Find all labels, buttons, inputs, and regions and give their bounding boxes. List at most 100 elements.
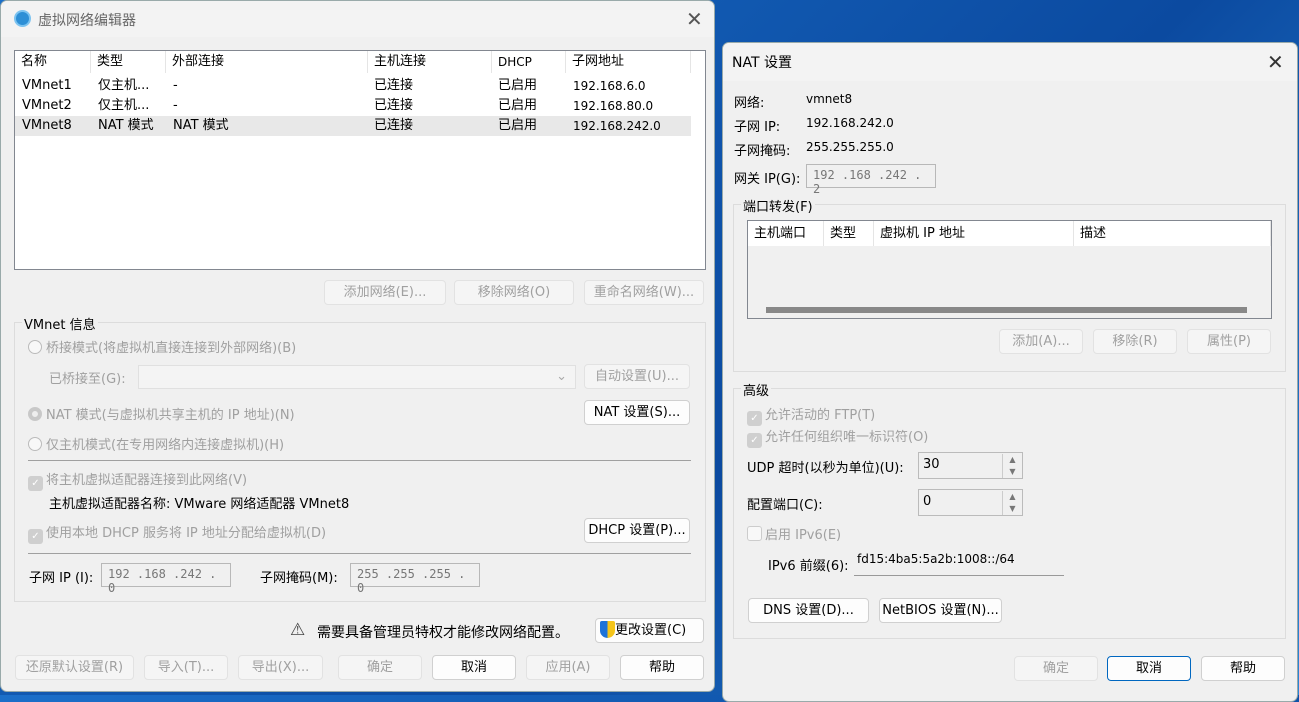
shield-icon	[600, 621, 615, 638]
rename-network-button[interactable]: 重命名网络(W)...	[584, 280, 704, 305]
table-row[interactable]: VMnet2 仅主机... - 已连接 已启用 192.168.80.0	[15, 96, 691, 116]
col-subnet[interactable]: 子网地址	[566, 51, 691, 73]
use-dhcp-checkbox[interactable]: ✓ 使用本地 DHCP 服务将 IP 地址分配给虚拟机(D)	[28, 522, 326, 544]
close-icon[interactable]: ✕	[686, 7, 703, 31]
add-network-button[interactable]: 添加网络(E)...	[324, 280, 446, 305]
config-port-spinner[interactable]: 0 ▲ ▼	[918, 489, 1023, 516]
import-button[interactable]: 导入(T)...	[144, 655, 228, 680]
check-icon: ✓	[747, 433, 762, 448]
remove-button[interactable]: 移除(R)	[1093, 329, 1177, 354]
dns-settings-button[interactable]: DNS 设置(D)...	[748, 598, 869, 623]
ok-button[interactable]: 确定	[338, 655, 422, 680]
check-icon: ✓	[28, 476, 43, 491]
help-button[interactable]: 帮助	[620, 655, 704, 680]
spin-up-icon[interactable]: ▲	[1002, 491, 1022, 503]
cell: 仅主机...	[98, 78, 150, 93]
remove-network-button[interactable]: 移除网络(O)	[454, 280, 574, 305]
cell: 已启用	[498, 98, 538, 113]
auto-settings-button[interactable]: 自动设置(U)...	[584, 364, 690, 389]
apply-button[interactable]: 应用(A)	[526, 655, 610, 680]
gateway-input[interactable]: 192 .168 .242 . 2	[806, 164, 936, 196]
nat-settings-button[interactable]: NAT 设置(S)...	[584, 400, 690, 425]
nat-settings-window: NAT 设置 ✕ 网络: vmnet8 子网 IP: 192.168.242.0…	[722, 42, 1298, 702]
close-icon[interactable]: ✕	[1267, 50, 1284, 74]
check-icon: ✓	[28, 529, 43, 544]
bridged-to-dropdown[interactable]: ⌄	[138, 365, 576, 389]
restore-defaults-button[interactable]: 还原默认设置(R)	[15, 655, 134, 680]
help-button[interactable]: 帮助	[1201, 656, 1285, 681]
cell: 已连接	[374, 98, 414, 113]
use-dhcp-label: 使用本地 DHCP 服务将 IP 地址分配给虚拟机(D)	[46, 526, 327, 541]
bridged-to-label: 已桥接至(G):	[49, 372, 126, 387]
window-title: NAT 设置	[732, 55, 792, 71]
nat-radio[interactable]: NAT 模式(与虚拟机共享主机的 IP 地址)(N)	[28, 404, 295, 423]
cell: 已连接	[374, 78, 414, 93]
table-row-selected[interactable]: VMnet8 NAT 模式 NAT 模式 已连接 已启用 192.168.242.0	[15, 116, 691, 136]
group-label: 端口转发(F)	[741, 196, 815, 215]
col-type[interactable]: 类型	[91, 51, 166, 73]
col-host[interactable]: 主机连接	[368, 51, 492, 73]
spin-up-icon[interactable]: ▲	[1002, 454, 1022, 466]
radio-icon	[28, 340, 42, 354]
spin-down-icon[interactable]: ▼	[1002, 466, 1022, 478]
udp-timeout-spinner[interactable]: 30 ▲ ▼	[918, 452, 1023, 479]
host-only-radio[interactable]: 仅主机模式(在专用网络内连接虚拟机)(H)	[28, 434, 284, 453]
netbios-settings-button[interactable]: NetBIOS 设置(N)...	[879, 598, 1002, 623]
export-button[interactable]: 导出(X)...	[238, 655, 323, 680]
cell: 已启用	[498, 78, 538, 93]
col-vm-ip[interactable]: 虚拟机 IP 地址	[874, 221, 1074, 246]
warning-icon: ⚠	[290, 620, 306, 640]
cell: 仅主机...	[98, 98, 150, 113]
enable-ipv6-label: 启用 IPv6(E)	[765, 528, 842, 543]
subnet-mask-input[interactable]: 255 .255 .255 . 0	[350, 563, 480, 595]
change-settings-button[interactable]: 更改设置(C)	[595, 618, 704, 643]
cancel-button[interactable]: 取消	[1107, 656, 1191, 681]
cell: VMnet2	[22, 98, 72, 113]
col-type[interactable]: 类型	[824, 221, 874, 246]
connect-adapter-checkbox[interactable]: ✓ 将主机虚拟适配器连接到此网络(V)	[28, 469, 247, 491]
udp-timeout-value: 30	[923, 457, 940, 472]
adapter-name: 主机虚拟适配器名称: VMware 网络适配器 VMnet8	[49, 497, 350, 512]
dhcp-settings-button[interactable]: DHCP 设置(P)...	[584, 518, 690, 543]
properties-button[interactable]: 属性(P)	[1187, 329, 1271, 354]
check-icon: ✓	[747, 411, 762, 426]
col-name[interactable]: 名称	[15, 51, 91, 73]
subnet-mask-label: 子网掩码:	[734, 144, 791, 159]
subnet-mask-value: 255.255.255.0	[806, 140, 894, 154]
col-external[interactable]: 外部连接	[166, 51, 368, 73]
ipv6-prefix-label: IPv6 前缀(6):	[768, 559, 849, 574]
checkbox-icon	[747, 526, 762, 541]
horizontal-scrollbar[interactable]	[766, 307, 1247, 313]
network-value: vmnet8	[806, 92, 853, 106]
ok-button[interactable]: 确定	[1014, 656, 1098, 681]
allow-ftp-checkbox[interactable]: ✓ 允许活动的 FTP(T)	[747, 404, 875, 426]
cell: NAT 模式	[98, 118, 154, 133]
cancel-button[interactable]: 取消	[432, 655, 516, 680]
network-label: 网络:	[734, 96, 765, 111]
ipv6-prefix-input[interactable]: fd15:4ba5:5a2b:1008::/64	[854, 550, 1064, 576]
cell: 已启用	[498, 118, 538, 133]
col-host-port[interactable]: 主机端口	[748, 221, 824, 246]
virtual-network-editor-window: 虚拟网络编辑器 ✕ 名称 类型 外部连接 主机连接 DHCP 子网地址 VMne…	[0, 0, 715, 692]
spin-down-icon[interactable]: ▼	[1002, 503, 1022, 515]
bridged-radio[interactable]: 桥接模式(将虚拟机直接连接到外部网络)(B)	[28, 337, 296, 356]
window-title: 虚拟网络编辑器	[38, 13, 136, 29]
col-description[interactable]: 描述	[1074, 221, 1271, 246]
allow-oui-checkbox[interactable]: ✓ 允许任何组织唯一标识符(O)	[747, 426, 928, 448]
divider	[28, 553, 691, 554]
subnet-ip-input[interactable]: 192 .168 .242 . 0	[101, 563, 231, 595]
bridged-label: 桥接模式(将虚拟机直接连接到外部网络)(B)	[46, 341, 297, 356]
cell: 192.168.242.0	[573, 119, 661, 133]
udp-timeout-label: UDP 超时(以秒为单位)(U):	[747, 461, 904, 476]
table-row[interactable]: VMnet1 仅主机... - 已连接 已启用 192.168.6.0	[15, 76, 691, 96]
allow-oui-label: 允许任何组织唯一标识符(O)	[765, 430, 929, 445]
add-button[interactable]: 添加(A)...	[999, 329, 1083, 354]
host-only-label: 仅主机模式(在专用网络内连接虚拟机)(H)	[46, 438, 285, 453]
col-dhcp[interactable]: DHCP	[492, 51, 566, 73]
enable-ipv6-checkbox[interactable]: 启用 IPv6(E)	[747, 524, 841, 543]
cell: VMnet8	[22, 118, 72, 133]
cell: -	[173, 78, 178, 93]
chevron-down-icon: ⌄	[556, 369, 567, 384]
subnet-ip-value: 192.168.242.0	[806, 116, 894, 130]
cell: VMnet1	[22, 78, 72, 93]
